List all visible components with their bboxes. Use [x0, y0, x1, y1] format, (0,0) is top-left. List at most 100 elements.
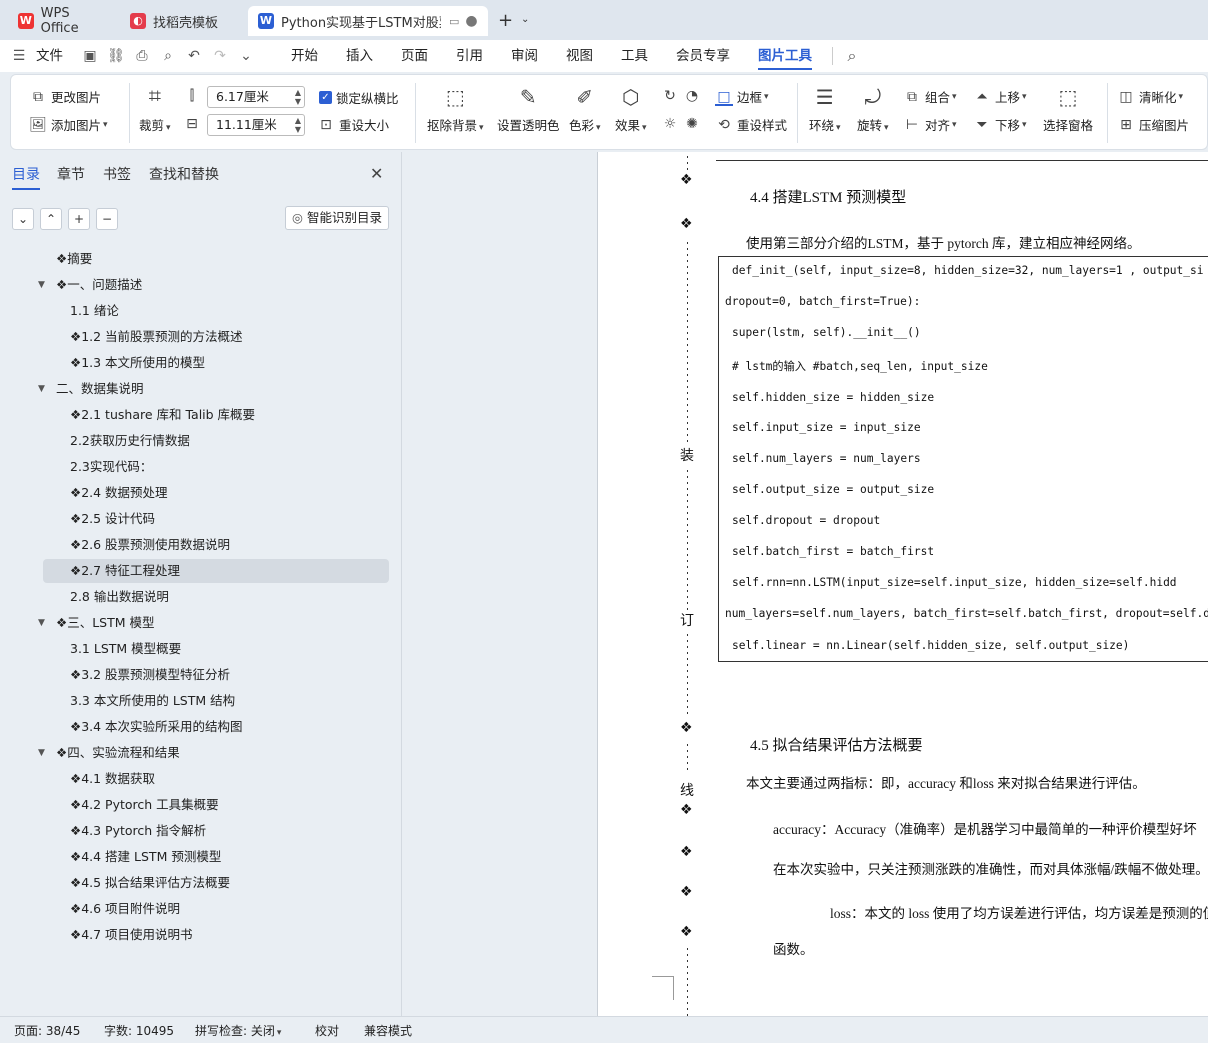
search-icon[interactable]: ⌕ — [839, 46, 865, 66]
unsaved-dot-icon[interactable]: ● — [465, 13, 477, 29]
toc-item[interactable]: 2.8 输出数据说明 — [0, 585, 402, 609]
collapse-chevron-down-icon[interactable]: ⌄ — [12, 208, 34, 230]
menu-view[interactable]: 视图 — [552, 40, 607, 72]
toc-item-label: ❖4.2 Pytorch 工具集概要 — [70, 797, 219, 812]
toc-item[interactable]: ❖2.6 股票预测使用数据说明 — [0, 533, 402, 557]
status-proofread[interactable]: 校对 — [315, 1022, 339, 1039]
add-heading-plus-icon[interactable]: + — [68, 208, 90, 230]
menu-member[interactable]: 会员专享 — [662, 40, 744, 72]
toc-item[interactable]: 1.1 绪论 — [0, 299, 402, 323]
link-icon[interactable]: ⛓ — [103, 48, 129, 64]
wrap-button[interactable]: ☰ 环绕 ▾ — [809, 85, 841, 134]
nav-tab-sections[interactable]: 章节 — [57, 164, 85, 184]
change-picture-button[interactable]: ⧉ 更改图片 — [29, 87, 101, 106]
toc-item[interactable]: ❖2.1 tushare 库和 Talib 库概要 — [0, 403, 402, 427]
smart-toc-button[interactable]: ◎ 智能识别目录 — [285, 206, 389, 230]
menu-home[interactable]: 开始 — [277, 40, 332, 72]
rotate-brightness-icon[interactable]: ↻ ◔ — [661, 87, 705, 105]
menu-insert[interactable]: 插入 — [332, 40, 387, 72]
rotate-button[interactable]: ⤾ 旋转 ▾ — [857, 85, 889, 134]
toc-item[interactable]: ❖3.2 股票预测模型特征分析 — [0, 663, 402, 687]
toc-item[interactable]: ❖2.5 设计代码 — [0, 507, 402, 531]
toc-item[interactable]: ❖2.7 特征工程处理 — [43, 559, 389, 583]
add-picture-button[interactable]: 🖼 添加图片 ▾ — [29, 115, 107, 134]
toc-item[interactable]: ❖4.4 搭建 LSTM 预测模型 — [0, 845, 402, 869]
toc-item[interactable]: ▼ ❖三、LSTM 模型 — [0, 611, 402, 635]
toc-item[interactable]: ▼ ❖四、实验流程和结果 — [0, 741, 402, 765]
nav-tab-toc[interactable]: 目录 — [12, 164, 40, 190]
hamburger-icon[interactable]: ☰ — [6, 48, 32, 64]
align-button[interactable]: ⊢ 对齐 ▾ — [903, 115, 957, 134]
toc-item[interactable]: ❖1.2 当前股票预测的方法概述 — [0, 325, 402, 349]
menu-review[interactable]: 审阅 — [497, 40, 552, 72]
remove-background-button[interactable]: ⬚ 抠除背景 ▾ — [427, 85, 484, 134]
redo-icon[interactable]: ↷ — [207, 48, 233, 64]
lock-ratio-checkbox[interactable]: ✓ 锁定纵横比 — [319, 88, 399, 107]
tab-wps-office[interactable]: W WPS Office — [8, 6, 120, 36]
reset-size-button[interactable]: ⊡ 重设大小 — [317, 115, 389, 134]
bring-forward-button[interactable]: ⏶ 上移 ▾ — [973, 87, 1026, 106]
status-spell-check[interactable]: 拼写检查: 关闭 ▾ — [195, 1022, 281, 1039]
sharpen-button[interactable]: ◫ 清晰化 ▾ — [1117, 87, 1183, 106]
expand-arrow-icon[interactable]: ▼ — [38, 611, 45, 635]
tab-list-chevron-icon[interactable]: ⌄ — [521, 14, 529, 25]
send-backward-button[interactable]: ⏷ 下移 ▾ — [973, 115, 1026, 134]
toc-item[interactable]: ❖1.3 本文所使用的模型 — [0, 351, 402, 375]
menu-references[interactable]: 引用 — [442, 40, 497, 72]
undo-icon[interactable]: ↶ — [181, 48, 207, 64]
picture-width-input[interactable]: 11.11厘米 ▲ ▼ — [207, 114, 305, 136]
print-icon[interactable]: ⎙ — [129, 48, 155, 64]
toc-item[interactable]: ❖4.7 项目使用说明书 — [0, 923, 402, 947]
menu-tools[interactable]: 工具 — [607, 40, 662, 72]
color-button[interactable]: ✐ 色彩 ▾ — [569, 85, 601, 134]
print-preview-icon[interactable]: ⌕ — [155, 48, 181, 64]
menu-picture-tools[interactable]: 图片工具 — [744, 40, 826, 72]
toc-item[interactable]: ❖4.5 拟合结果评估方法概要 — [0, 871, 402, 895]
toc-item[interactable]: ❖4.6 项目附件说明 — [0, 897, 402, 921]
toc-item[interactable]: 2.2获取历史行情数据 — [0, 429, 402, 453]
toc-item[interactable]: ❖摘要 — [0, 247, 402, 271]
code-line: self.num_layers = num_layers — [732, 452, 921, 465]
picture-height-input[interactable]: 6.17厘米 ▲ ▼ — [207, 86, 305, 108]
close-icon[interactable]: ✕ — [370, 164, 383, 183]
new-tab-plus-icon[interactable]: + — [498, 10, 513, 31]
border-icon: □ — [715, 88, 733, 106]
toc-item[interactable]: ❖4.3 Pytorch 指令解析 — [0, 819, 402, 843]
status-word-count[interactable]: 字数: 10495 — [104, 1022, 174, 1039]
border-button[interactable]: □ 边框 ▾ — [715, 87, 769, 106]
quick-access-chevron-icon[interactable]: ⌄ — [233, 48, 259, 64]
group-button[interactable]: ⧉ 组合 ▾ — [903, 87, 957, 106]
nav-tab-find-replace[interactable]: 查找和替换 — [149, 164, 219, 184]
reset-style-button[interactable]: ⟲ 重设样式 — [715, 115, 787, 134]
menu-page[interactable]: 页面 — [387, 40, 442, 72]
expand-arrow-icon[interactable]: ▼ — [38, 741, 45, 765]
toc-item[interactable]: ▼ 二、数据集说明 — [0, 377, 402, 401]
expand-arrow-icon[interactable]: ▼ — [38, 273, 45, 297]
set-transparent-button[interactable]: ✎ 设置透明色 — [497, 85, 560, 134]
expand-arrow-icon[interactable]: ▼ — [38, 377, 45, 401]
toc-item[interactable]: 3.1 LSTM 模型概要 — [0, 637, 402, 661]
tab-docer-templates[interactable]: ◐ 找稻壳模板 — [120, 6, 244, 36]
navigation-pane: 目录 章节 书签 查找和替换 ✕ ⌄ ⌃ + − ◎ 智能识别目录 ❖摘要 ▼ ❖一… — [0, 152, 402, 1016]
chevron-up-icon[interactable]: ⌃ — [40, 208, 62, 230]
toc-item[interactable]: ▼ ❖一、问题描述 — [0, 273, 402, 297]
compress-picture-button[interactable]: ⊞ 压缩图片 — [1117, 115, 1189, 134]
toc-item[interactable]: ❖3.4 本次实验所采用的结构图 — [0, 715, 402, 739]
status-page-count[interactable]: 页面: 38/45 — [14, 1022, 80, 1039]
remove-heading-minus-icon[interactable]: − — [96, 208, 118, 230]
toc-item[interactable]: 2.3实现代码： — [0, 455, 402, 479]
effects-button[interactable]: ⬡ 效果 ▾ — [615, 85, 647, 134]
menu-file[interactable]: 文件 — [32, 40, 77, 72]
toc-item[interactable]: ❖2.4 数据预处理 — [0, 481, 402, 505]
save-icon[interactable]: ▣ — [77, 48, 103, 64]
toc-item[interactable]: ❖4.2 Pytorch 工具集概要 — [0, 793, 402, 817]
nav-tab-bookmarks[interactable]: 书签 — [103, 164, 131, 184]
tab-label: WPS Office — [40, 6, 79, 36]
crop-button[interactable]: ⌗ 裁剪 ▾ — [139, 85, 171, 134]
brightness-icon[interactable]: ☼ ✺ — [661, 115, 705, 133]
selection-pane-button[interactable]: ⬚ 选择窗格 — [1043, 85, 1093, 134]
toc-item[interactable]: 3.3 本文所使用的 LSTM 结构 — [0, 689, 402, 713]
tab-label: 找稻壳模板 — [153, 15, 219, 31]
toc-item[interactable]: ❖4.1 数据获取 — [0, 767, 402, 791]
tab-current-document[interactable]: W Python实现基于LSTM对股票走 ▭ ● — [248, 6, 488, 36]
